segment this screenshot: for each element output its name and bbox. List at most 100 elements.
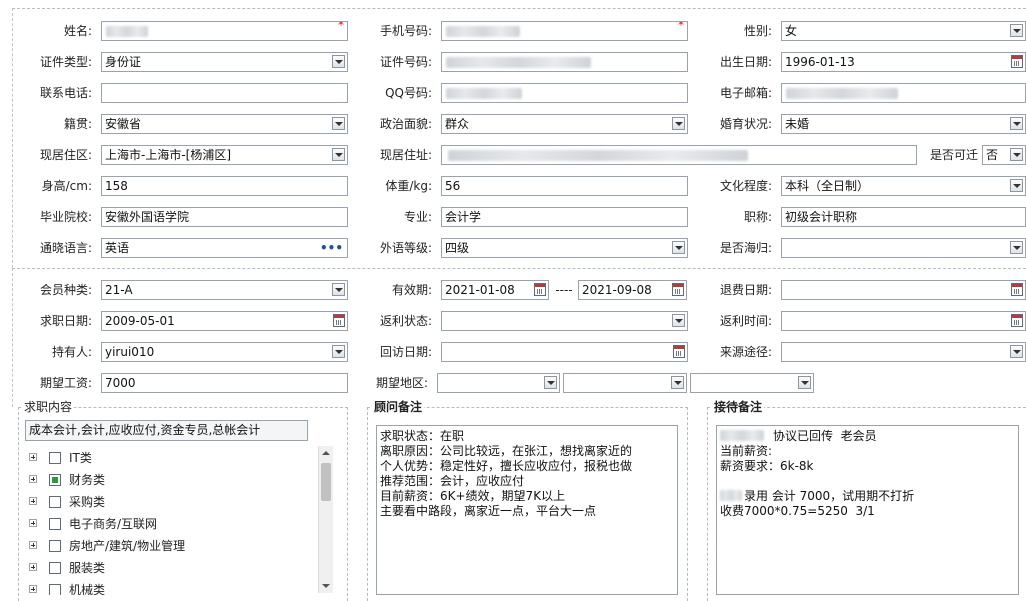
holder-select[interactable]: yirui010 xyxy=(101,342,348,362)
chevron-down-icon[interactable] xyxy=(1010,148,1023,161)
rebate-status-select[interactable] xyxy=(441,311,688,331)
expand-icon[interactable] xyxy=(29,541,37,549)
weight-input[interactable]: 56 xyxy=(441,176,688,196)
expand-icon[interactable] xyxy=(29,453,37,461)
expand-icon[interactable] xyxy=(29,585,37,593)
transferable-select[interactable]: 否 xyxy=(982,145,1026,165)
expand-icon[interactable] xyxy=(29,519,37,527)
scroll-up-icon[interactable] xyxy=(322,451,330,455)
calendar-icon[interactable] xyxy=(1011,55,1023,68)
calendar-icon[interactable] xyxy=(672,283,684,296)
transferable-label: 是否可迁 xyxy=(929,148,978,162)
member-type-select[interactable]: 21-A xyxy=(101,280,348,300)
expected-salary-value: 7000 xyxy=(105,376,136,390)
revisit-date-input[interactable] xyxy=(441,342,688,362)
checkbox[interactable] xyxy=(49,540,61,552)
reception-notes-textarea[interactable]: 协议已回传 老会员 当前薪资: 薪资要求：6k-8k 录用 会计 7000，试用… xyxy=(716,425,1019,595)
chevron-down-icon[interactable] xyxy=(1010,241,1023,254)
scroll-thumb[interactable] xyxy=(321,463,331,501)
redacted-phone xyxy=(446,26,520,37)
valid-to-input[interactable]: 2021-09-08 xyxy=(578,280,687,300)
required-mark: * xyxy=(678,21,684,32)
job-date-value: 2009-05-01 xyxy=(105,314,175,328)
chevron-down-icon[interactable] xyxy=(798,376,811,389)
checkbox[interactable] xyxy=(49,474,61,486)
scroll-down-icon[interactable] xyxy=(322,584,330,588)
overseas-select[interactable] xyxy=(781,238,1026,258)
calendar-icon[interactable] xyxy=(333,314,345,327)
residence-area-select[interactable]: 上海市-上海市-[杨浦区] xyxy=(101,145,348,165)
chevron-down-icon[interactable] xyxy=(1010,24,1023,37)
email-input[interactable] xyxy=(781,83,1026,103)
politics-select[interactable]: 群众 xyxy=(441,114,688,134)
id-type-select[interactable]: 身份证 xyxy=(101,52,348,72)
education-label: 文化程度: xyxy=(719,179,772,193)
calendar-icon[interactable] xyxy=(1011,314,1023,327)
school-input[interactable]: 安徽外国语学院 xyxy=(101,207,348,227)
tree-scrollbar[interactable] xyxy=(318,446,333,593)
chevron-down-icon[interactable] xyxy=(1010,117,1023,130)
refund-date-input[interactable] xyxy=(781,280,1026,300)
consultant-notes-textarea[interactable]: 求职状态：在职 离职原因：公司比较远，在张江，想找离家近的 个人优势：稳定性好，… xyxy=(376,425,678,595)
chevron-down-icon[interactable] xyxy=(672,241,685,254)
height-input[interactable]: 158 xyxy=(101,176,348,196)
tel-input[interactable] xyxy=(101,83,348,103)
expand-icon[interactable] xyxy=(29,475,37,483)
redacted-id-number xyxy=(446,57,591,68)
chevron-down-icon[interactable] xyxy=(332,148,345,161)
checkbox[interactable] xyxy=(49,452,61,464)
chevron-down-icon[interactable] xyxy=(672,117,685,130)
expected-salary-input[interactable]: 7000 xyxy=(101,373,348,393)
name-label: 姓名: xyxy=(63,24,92,38)
chevron-down-icon[interactable] xyxy=(332,55,345,68)
valid-to-value: 2021-09-08 xyxy=(582,283,652,297)
valid-from-input[interactable]: 2021-01-08 xyxy=(441,280,549,300)
chevron-down-icon[interactable] xyxy=(332,345,345,358)
native-place-select[interactable]: 安徽省 xyxy=(101,114,348,134)
name-input[interactable]: * xyxy=(101,21,348,41)
region-province-select[interactable] xyxy=(437,373,560,393)
expand-icon[interactable] xyxy=(29,497,37,505)
qq-input[interactable] xyxy=(441,83,688,103)
education-select[interactable]: 本科（全日制） xyxy=(781,176,1026,196)
height-label: 身高/cm: xyxy=(41,179,92,193)
chevron-down-icon[interactable] xyxy=(671,376,684,389)
marital-label: 婚育状况: xyxy=(719,117,772,131)
chevron-down-icon[interactable] xyxy=(1010,179,1023,192)
phone-input[interactable]: * xyxy=(441,21,688,41)
calendar-icon[interactable] xyxy=(534,283,546,296)
calendar-icon[interactable] xyxy=(1011,283,1023,296)
member-type-label: 会员种类: xyxy=(39,283,92,297)
checkbox[interactable] xyxy=(49,518,61,530)
chevron-down-icon[interactable] xyxy=(672,314,685,327)
major-input[interactable]: 会计学 xyxy=(441,207,688,227)
chevron-down-icon[interactable] xyxy=(544,376,557,389)
address-input[interactable] xyxy=(441,145,917,165)
checkbox[interactable] xyxy=(49,562,61,574)
region-city-select[interactable] xyxy=(563,373,687,393)
checkbox[interactable] xyxy=(49,496,61,508)
redacted-qq xyxy=(446,88,522,99)
chevron-down-icon[interactable] xyxy=(1010,345,1023,358)
residence-area-value: 上海市-上海市-[杨浦区] xyxy=(105,148,232,162)
foreign-level-select[interactable]: 四级 xyxy=(441,238,688,258)
language-input[interactable]: 英语 ••• xyxy=(101,238,348,258)
more-icon[interactable]: ••• xyxy=(320,241,343,255)
source-select[interactable] xyxy=(781,342,1026,362)
job-date-input[interactable]: 2009-05-01 xyxy=(101,311,348,331)
checkbox[interactable] xyxy=(49,584,61,595)
member-edit-form: { "basic": { "name_label": "姓名:", "requi… xyxy=(0,0,1026,601)
chevron-down-icon[interactable] xyxy=(332,283,345,296)
job-title-input[interactable]: 初级会计职称 xyxy=(781,207,1026,227)
expand-icon[interactable] xyxy=(29,563,37,571)
gender-select[interactable]: 女 xyxy=(781,21,1026,41)
id-number-input[interactable] xyxy=(441,52,688,72)
refund-date-label: 退费日期: xyxy=(719,283,772,297)
calendar-icon[interactable] xyxy=(673,345,685,358)
region-district-select[interactable] xyxy=(690,373,814,393)
chevron-down-icon[interactable] xyxy=(332,117,345,130)
birth-date-input[interactable]: 1996-01-13 xyxy=(781,52,1026,72)
marital-select[interactable]: 未婚 xyxy=(781,114,1026,134)
rebate-time-input[interactable] xyxy=(781,311,1026,331)
form-left-border xyxy=(12,8,13,268)
